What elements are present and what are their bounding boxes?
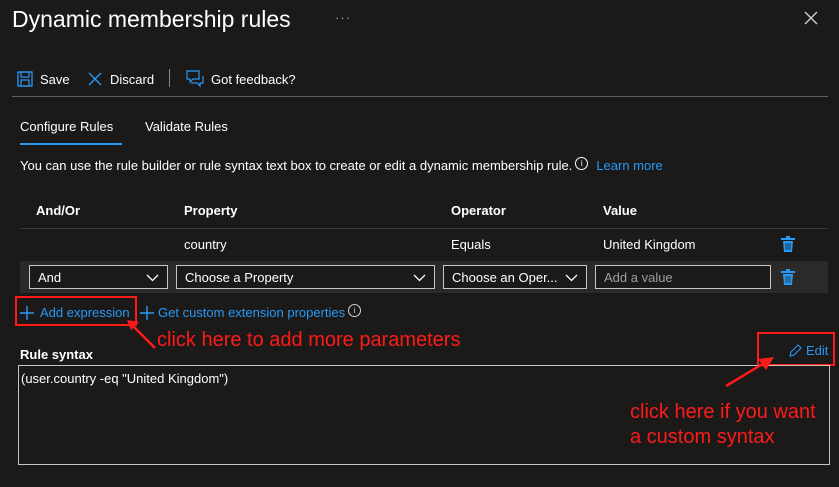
- annotation-arrow-edit: [725, 357, 774, 388]
- column-header-operator: Operator: [451, 203, 506, 218]
- discard-icon: [88, 72, 102, 86]
- operator-placeholder: Choose an Oper...: [452, 269, 558, 285]
- learn-more-link[interactable]: Learn more: [596, 158, 662, 173]
- column-header-value: Value: [603, 203, 637, 218]
- value-placeholder: Add a value: [604, 269, 673, 285]
- column-header-property: Property: [184, 203, 238, 218]
- chevron-down-icon: [413, 274, 426, 282]
- close-icon[interactable]: [802, 9, 820, 27]
- value-input[interactable]: Add a value: [595, 265, 771, 289]
- description-text: You can use the rule builder or rule syn…: [20, 158, 573, 173]
- add-expression-button[interactable]: Add expression: [20, 305, 130, 320]
- property-placeholder: Choose a Property: [185, 269, 294, 285]
- tab-validate-rules[interactable]: Validate Rules: [145, 119, 228, 134]
- discard-button[interactable]: Discard: [87, 68, 154, 90]
- toolbar-separator: [169, 69, 170, 87]
- save-label: Save: [40, 71, 70, 87]
- rule-syntax-value: (user.country -eq "United Kingdom"): [21, 371, 229, 386]
- toolbar-divider: [12, 96, 828, 97]
- operator-dropdown[interactable]: Choose an Oper...: [443, 265, 587, 289]
- row-operator: Equals: [451, 237, 491, 252]
- feedback-label: Got feedback?: [211, 71, 296, 87]
- plus-icon: [20, 305, 34, 320]
- property-dropdown[interactable]: Choose a Property: [176, 265, 435, 289]
- add-expression-label: Add expression: [40, 305, 130, 320]
- description: You can use the rule builder or rule syn…: [20, 156, 663, 173]
- andor-value: And: [38, 269, 62, 285]
- chevron-down-icon: [146, 274, 159, 282]
- panel-title: Dynamic membership rules: [12, 6, 291, 32]
- active-tab-indicator: [20, 143, 122, 145]
- info-icon[interactable]: i: [575, 156, 589, 170]
- rule-syntax-label: Rule syntax: [20, 347, 93, 362]
- table-header-divider: [20, 228, 828, 229]
- save-button[interactable]: Save: [17, 68, 70, 90]
- get-custom-extension-label: Get custom extension properties: [158, 305, 346, 320]
- edit-button[interactable]: Edit: [789, 343, 828, 358]
- annotation-add-params: click here to add more parameters: [157, 329, 461, 351]
- delete-new-row-icon[interactable]: [781, 269, 795, 285]
- tab-configure-rules[interactable]: Configure Rules: [20, 119, 113, 134]
- column-header-andor: And/Or: [36, 203, 81, 218]
- pencil-icon: [789, 344, 802, 357]
- save-icon: [17, 71, 33, 87]
- get-custom-extension-button[interactable]: Get custom extension properties i: [140, 303, 362, 320]
- delete-row-icon[interactable]: [781, 236, 795, 252]
- feedback-button[interactable]: Got feedback?: [186, 68, 296, 90]
- annotation-custom-line1: click here if you want: [630, 401, 816, 423]
- more-options-icon[interactable]: ···: [335, 10, 351, 25]
- discard-label: Discard: [110, 71, 155, 87]
- row-property: country: [184, 237, 227, 252]
- feedback-icon: [186, 70, 204, 88]
- annotation-custom-line2: a custom syntax: [630, 426, 775, 448]
- andor-dropdown[interactable]: And: [29, 265, 168, 289]
- chevron-down-icon: [565, 274, 578, 282]
- edit-label: Edit: [806, 343, 829, 358]
- row-value: United Kingdom: [603, 237, 696, 252]
- info-icon[interactable]: i: [348, 303, 362, 317]
